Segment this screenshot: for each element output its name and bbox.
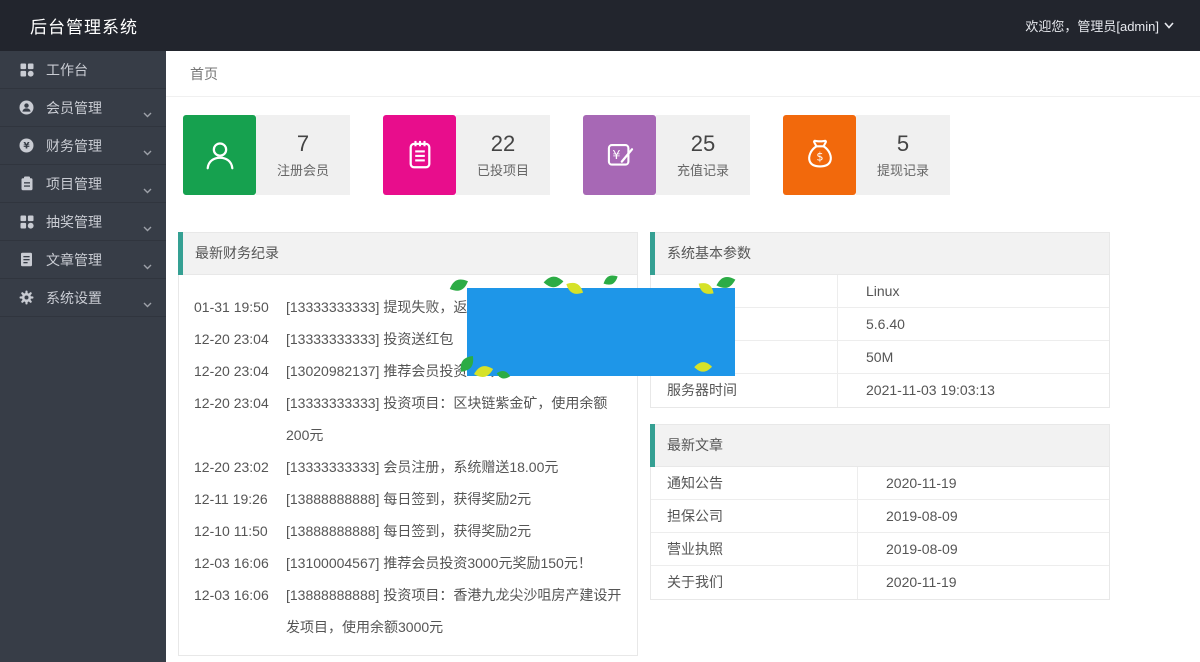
recharge-icon: ¥ [583,115,656,195]
sidebar-item-label: 会员管理 [46,99,102,116]
chevron-down-icon [143,295,152,311]
member-icon [19,100,34,115]
table-row: 营业执照 2019-08-09 [651,533,1109,566]
articles-panel-header: 最新文章 [650,424,1109,467]
sidebar-nav: 工作台 会员管理 ¥ 财务管理 项目管理 抽奖管理 文章管理 系统设置 [0,51,166,662]
table-row: 担保公司 2019-08-09 [651,500,1109,533]
finance-record: 12-20 23:02 [13333333333] 会员注册，系统赠送18.00元 [194,459,559,475]
sidebar-item-label: 文章管理 [46,251,102,268]
settings-gear-icon [19,290,34,305]
admin-dashboard: 后台管理系统 欢迎您，管理员[admin] 工作台 会员管理 ¥ 财务管理 项目… [0,0,1200,662]
articles-panel-title: 最新文章 [667,437,723,453]
sidebar-item-settings[interactable]: 系统设置 [0,279,166,317]
chevron-down-icon [143,181,152,197]
chevron-down-icon [143,219,152,235]
project-icon [19,176,34,191]
stat-card-withdraw-records: $ 5 提现记录 [783,115,950,195]
svg-text:¥: ¥ [23,142,30,152]
articles-table: 通知公告 2020-11-19 担保公司 2019-08-09 营业执照 2019-0… [651,467,1109,599]
sidebar-item-label: 抽奖管理 [46,213,102,230]
stat-label: 充值记录 [676,163,729,178]
notepad-icon [383,115,456,195]
latest-articles-panel: 最新文章 通知公告 2020-11-19 担保公司 2019-08-09 营业执照 2… [650,424,1110,600]
finance-icon: ¥ [19,138,34,153]
svg-text:¥: ¥ [612,148,620,163]
user-menu[interactable]: 欢迎您，管理员[admin] [1025,16,1200,35]
stat-card-invested-projects: 22 已投项目 [383,115,550,195]
article-icon [19,252,34,267]
console-grid-icon [19,62,34,77]
stat-label: 提现记录 [876,163,929,178]
table-row: 关于我们 2020-11-19 [651,566,1109,599]
stat-card-registered-members: 7 注册会员 [183,115,350,195]
finance-record: 12-11 19:26 [13888888888] 每日签到，获得奖励2元 [194,491,532,507]
floating-leaf-banner[interactable] [449,275,736,379]
chevron-down-icon [143,143,152,159]
panel-accent-bar [178,232,183,275]
app-title: 后台管理系统 [30,18,138,37]
finance-panel-title: 最新财务纪录 [195,245,279,261]
panel-accent-bar [650,424,655,467]
finance-record: 12-03 16:06 [13888888888] 投资项目：香港九龙尖沙咀房产建… [194,587,622,635]
chevron-down-icon [1164,22,1174,29]
svg-text:$: $ [816,150,823,163]
sidebar-item-members[interactable]: 会员管理 [0,89,166,127]
system-panel-title: 系统基本参数 [667,245,751,261]
sidebar-item-label: 财务管理 [46,137,102,154]
lottery-grid-icon [19,214,34,229]
stat-cards-row: 7 注册会员 22 已投项目 ¥ 25 充值记录 $ 5 提现记录 [183,115,1200,195]
sidebar-item-label: 项目管理 [46,175,102,192]
stat-label: 注册会员 [276,163,329,178]
welcome-text: 欢迎您，管理员[admin] [1025,19,1159,34]
sidebar-item-label: 工作台 [46,61,88,78]
sidebar-item-projects[interactable]: 项目管理 [0,165,166,203]
stat-card-recharge-records: ¥ 25 充值记录 [583,115,750,195]
user-icon [183,115,256,195]
stat-value: 22 [490,131,516,156]
finance-record: 12-10 11:50 [13888888888] 每日签到，获得奖励2元 [194,523,532,539]
sidebar-item-finance[interactable]: ¥ 财务管理 [0,127,166,165]
sidebar-item-lottery[interactable]: 抽奖管理 [0,203,166,241]
stat-value: 5 [896,131,910,156]
table-row: 通知公告 2020-11-19 [651,467,1109,500]
stat-label: 已投项目 [476,163,529,178]
sidebar-item-workbench[interactable]: 工作台 [0,51,166,89]
leaves-decoration-icon [449,275,736,379]
top-bar: 后台管理系统 欢迎您，管理员[admin] [0,0,1200,51]
chevron-down-icon [143,105,152,121]
sidebar-item-articles[interactable]: 文章管理 [0,241,166,279]
finance-record: 12-03 16:06 [13100004567] 推荐会员投资3000元奖励15… [194,555,592,571]
stat-value: 25 [690,131,716,156]
breadcrumb-home-link[interactable]: 首页 [190,64,218,84]
chevron-down-icon [143,257,152,273]
stat-value: 7 [296,131,310,156]
moneybag-icon: $ [783,115,856,195]
sidebar-item-label: 系统设置 [46,289,102,306]
finance-record: 12-20 23:04 [13333333333] 投资项目：区块链紫金矿，使用余… [194,395,608,443]
breadcrumb: 首页 [166,51,1200,97]
